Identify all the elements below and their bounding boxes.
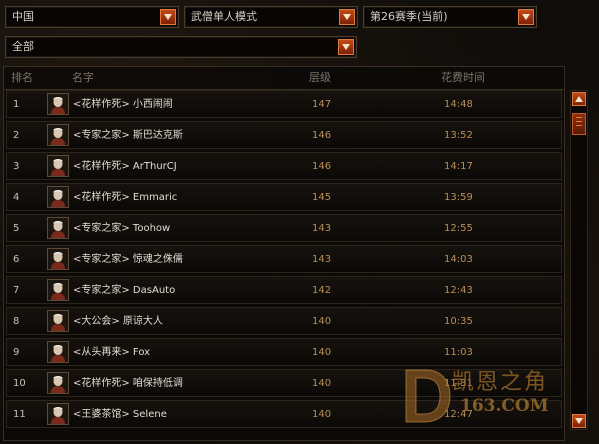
monk-portrait-icon [47, 248, 69, 270]
row-player-name[interactable]: <花样作死> 咱保持低调 [73, 370, 183, 397]
row-player-name[interactable]: <专家之家> Toohow [73, 215, 170, 242]
row-rank: 5 [13, 223, 20, 234]
table-row[interactable]: 6 <专家之家> 惊魂之侏儒 143 14:03 [6, 245, 562, 273]
column-header-name[interactable]: 名字 [72, 67, 94, 89]
monk-portrait-icon [47, 93, 69, 115]
table-row[interactable]: 1 <花样作死> 小西闹闹 147 14:48 [6, 90, 562, 118]
monk-portrait-icon [47, 155, 69, 177]
table-row[interactable]: 3 <花样作死> ArThurCJ 146 14:17 [6, 152, 562, 180]
monk-portrait-icon [47, 279, 69, 301]
monk-portrait-icon [47, 186, 69, 208]
row-level: 140 [312, 378, 332, 389]
season-select-value: 第26赛季(当前) [370, 10, 448, 23]
row-level: 146 [312, 130, 332, 141]
row-level: 140 [312, 347, 332, 358]
row-level: 140 [312, 316, 332, 327]
row-rank: 9 [13, 347, 20, 358]
row-time: 12:55 [444, 223, 473, 234]
row-time: 14:03 [444, 254, 473, 265]
leaderboard-window: 中国 武僧单人模式 第26赛季(当前) 全部 排名 名字 层级 花费时间 1 <花… [0, 0, 599, 444]
season-select[interactable]: 第26赛季(当前) [363, 6, 537, 28]
table-row[interactable]: 7 <专家之家> DasAuto 142 12:43 [6, 276, 562, 304]
table-row[interactable]: 9 <从头再来> Fox 140 11:03 [6, 338, 562, 366]
row-level: 145 [312, 192, 332, 203]
row-time: 13:52 [444, 130, 473, 141]
region-select[interactable]: 中国 [5, 6, 179, 28]
mode-select[interactable]: 武僧单人模式 [184, 6, 358, 28]
row-time: 14:17 [444, 161, 473, 172]
row-player-name[interactable]: <花样作死> 小西闹闹 [73, 91, 173, 118]
table-row[interactable]: 5 <专家之家> Toohow 143 12:55 [6, 214, 562, 242]
table-row[interactable]: 2 <专家之家> 斯巴达克斯 146 13:52 [6, 121, 562, 149]
row-time: 12:43 [444, 285, 473, 296]
row-rank: 6 [13, 254, 20, 265]
row-player-name[interactable]: <大公会> 原谅大人 [73, 308, 163, 335]
table-row[interactable]: 8 <大公会> 原谅大人 140 10:35 [6, 307, 562, 335]
monk-portrait-icon [47, 217, 69, 239]
monk-portrait-icon [47, 310, 69, 332]
row-level: 140 [312, 409, 332, 420]
scrollbar-thumb[interactable] [572, 113, 586, 135]
monk-portrait-icon [47, 403, 69, 425]
scrollbar[interactable] [570, 90, 588, 430]
row-time: 12:47 [444, 409, 473, 420]
monk-portrait-icon [47, 341, 69, 363]
row-level: 143 [312, 223, 332, 234]
row-time: 14:48 [444, 99, 473, 110]
arrow-up-icon[interactable] [572, 92, 586, 106]
row-level: 146 [312, 161, 332, 172]
monk-portrait-icon [47, 372, 69, 394]
leaderboard-table: 排名 名字 层级 花费时间 1 <花样作死> 小西闹闹 147 14:48 2 <专家之家… [3, 66, 565, 441]
row-player-name[interactable]: <花样作死> ArThurCJ [73, 153, 177, 180]
scope-select[interactable]: 全部 [5, 36, 357, 58]
region-select-value: 中国 [12, 10, 34, 23]
row-rank: 10 [13, 378, 26, 389]
column-header-level[interactable]: 层级 [309, 67, 331, 89]
row-rank: 1 [13, 99, 20, 110]
table-header: 排名 名字 层级 花费时间 [4, 67, 564, 90]
row-rank: 3 [13, 161, 20, 172]
chevron-down-icon[interactable] [339, 9, 355, 25]
monk-portrait-icon [47, 124, 69, 146]
row-level: 143 [312, 254, 332, 265]
arrow-down-icon[interactable] [572, 414, 586, 428]
row-rank: 2 [13, 130, 20, 141]
row-rank: 7 [13, 285, 20, 296]
row-rank: 11 [13, 409, 26, 420]
row-player-name[interactable]: <花样作死> Emmaric [73, 184, 177, 211]
row-time: 10:35 [444, 316, 473, 327]
row-player-name[interactable]: <专家之家> 惊魂之侏儒 [73, 246, 183, 273]
row-time: 13:59 [444, 192, 473, 203]
row-rank: 8 [13, 316, 20, 327]
row-player-name[interactable]: <专家之家> 斯巴达克斯 [73, 122, 183, 149]
table-row[interactable]: 10 <花样作死> 咱保持低调 140 11:31 [6, 369, 562, 397]
mode-select-value: 武僧单人模式 [191, 10, 257, 23]
row-rank: 4 [13, 192, 20, 203]
row-player-name[interactable]: <王婆茶馆> Selene [73, 401, 167, 428]
table-row[interactable]: 4 <花样作死> Emmaric 145 13:59 [6, 183, 562, 211]
row-player-name[interactable]: <从头再来> Fox [73, 339, 150, 366]
row-level: 142 [312, 285, 332, 296]
chevron-down-icon[interactable] [518, 9, 534, 25]
scope-select-value: 全部 [12, 40, 34, 53]
row-time: 11:03 [444, 347, 473, 358]
row-time: 11:31 [444, 378, 473, 389]
row-level: 147 [312, 99, 332, 110]
column-header-rank[interactable]: 排名 [11, 67, 33, 89]
table-row[interactable]: 11 <王婆茶馆> Selene 140 12:47 [6, 400, 562, 428]
chevron-down-icon[interactable] [160, 9, 176, 25]
chevron-down-icon[interactable] [338, 39, 354, 55]
column-header-time[interactable]: 花费时间 [441, 67, 485, 89]
row-player-name[interactable]: <专家之家> DasAuto [73, 277, 175, 304]
